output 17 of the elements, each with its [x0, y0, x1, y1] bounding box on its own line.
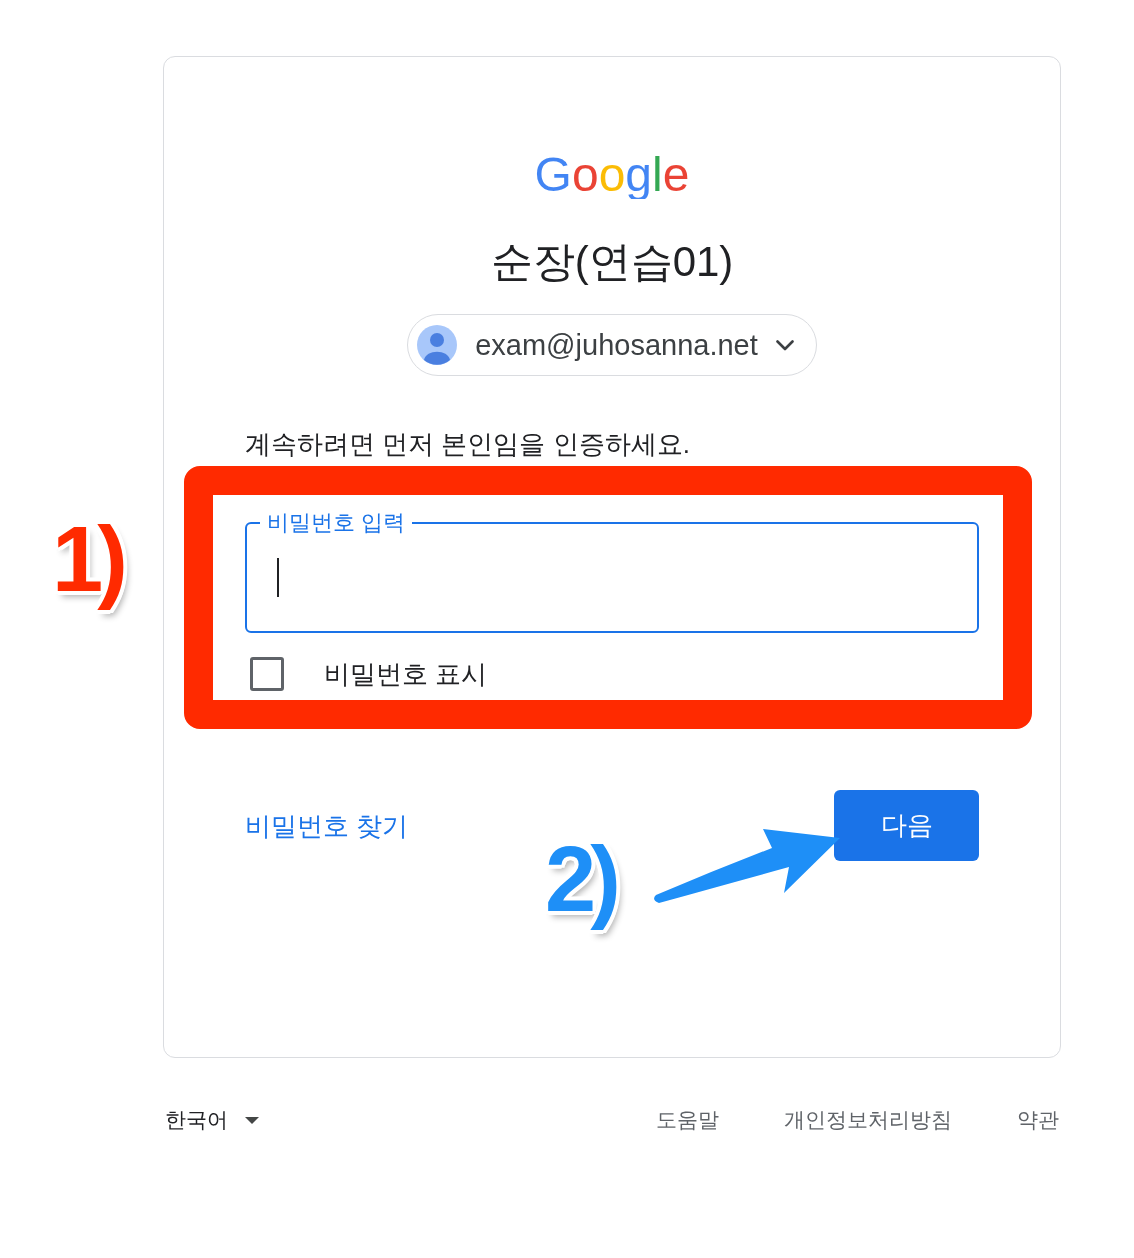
instruction-text: 계속하려면 먼저 본인임을 인증하세요.	[245, 428, 691, 461]
next-button[interactable]: 다음	[834, 790, 979, 861]
avatar-icon	[417, 325, 458, 365]
footer-link[interactable]: 도움말	[656, 1105, 719, 1135]
step-number-label: 1)	[52, 509, 122, 611]
step-number-label: 2)	[545, 829, 615, 931]
caret-down-icon	[245, 1116, 259, 1124]
text-cursor	[277, 558, 279, 597]
chevron-down-icon	[775, 339, 794, 351]
forgot-password-link[interactable]: 비밀번호 찾기	[245, 807, 409, 844]
checkbox-label[interactable]: 비밀번호 표시	[324, 657, 488, 691]
language-select[interactable]: 한국어	[165, 1105, 259, 1135]
account-chip[interactable]: exam@juhosanna.net	[407, 314, 817, 376]
account-title: 순장(연습01)	[489, 237, 735, 287]
checkbox[interactable]	[250, 657, 284, 691]
footer-link[interactable]: 약관	[1017, 1105, 1059, 1135]
footer-link[interactable]: 개인정보처리방침	[784, 1105, 952, 1135]
